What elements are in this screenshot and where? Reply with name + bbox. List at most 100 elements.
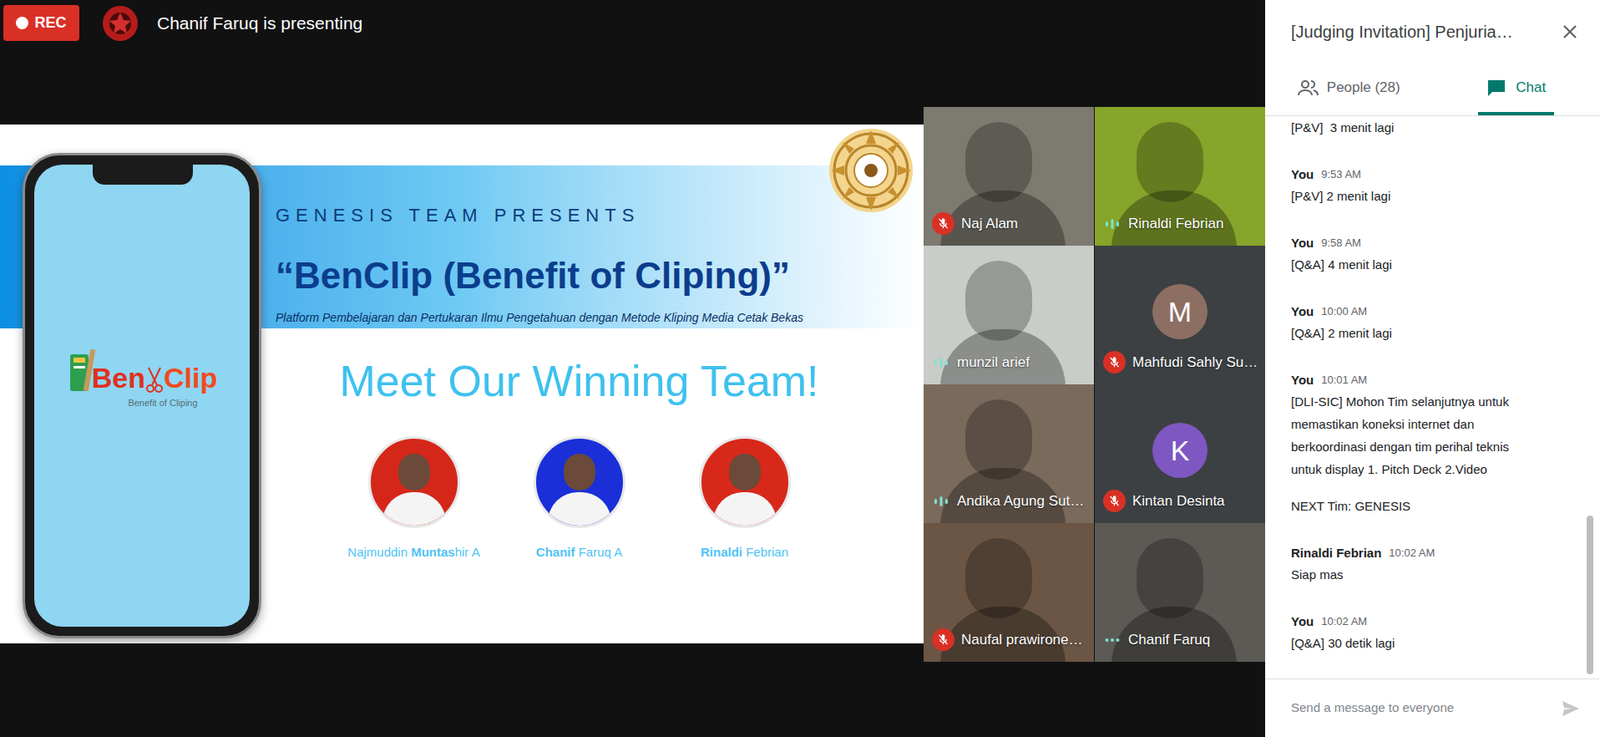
- team-block: Meet Our Winning Team! Najmuddin Muntashi…: [311, 354, 847, 561]
- message-sender: You: [1291, 165, 1314, 185]
- phone-notch: [92, 164, 193, 185]
- chat-tab-label: Chat: [1515, 76, 1546, 99]
- chat-tab[interactable]: Chat: [1432, 63, 1600, 116]
- member-photo: [368, 435, 461, 528]
- close-icon[interactable]: [1559, 21, 1580, 42]
- message-sender: You: [1291, 233, 1314, 254]
- chat-tabs: People (28) Chat: [1265, 63, 1600, 117]
- chat-tab[interactable]: People (28): [1265, 63, 1433, 116]
- university-emblem-icon: [827, 126, 915, 214]
- speaking-bars-icon: [931, 489, 951, 512]
- message-header: You 9:53 AM: [1291, 164, 1575, 185]
- participant-tile[interactable]: Naj Alam: [923, 106, 1094, 246]
- logo-row: Ben Clip: [66, 347, 218, 395]
- speaking-bars-icon: [1103, 212, 1122, 235]
- slide-subtitle: Platform Pembelajaran dan Pertukaran Ilm…: [275, 308, 911, 326]
- presenter-info: Chanif Faruq is presenting: [101, 5, 363, 41]
- members-row: Najmuddin Muntashir AChanif Faruq ARinal…: [331, 435, 828, 561]
- message-line: NEXT Tim: GENESIS: [1291, 494, 1575, 517]
- stage: REC Chanif Faruq is presenting Ben ClipBene…: [0, 0, 1266, 737]
- send-icon[interactable]: [1559, 698, 1582, 719]
- message-header: You10:01 AM: [1291, 369, 1575, 390]
- message-time: 10:02 AM: [1321, 612, 1368, 630]
- participant-label: Naj Alam: [931, 212, 1018, 235]
- message-sender: Rinaldi Febrian: [1291, 543, 1382, 563]
- presenter-avatar-icon: [101, 5, 139, 42]
- slide-title-block: GENESIS TEAM PRESENTS“BenClip (Benefit o…: [275, 202, 911, 326]
- member-name: Rinaldi Febrian: [700, 543, 789, 561]
- logo-word-ben: Ben: [91, 360, 146, 395]
- mic-off-icon: [931, 627, 955, 651]
- phone-screen: Ben ClipBenefit of Cliping: [34, 164, 250, 627]
- main-row: Ben ClipBenefit of Cliping GENESIS TEAM PR…: [0, 106, 1266, 662]
- message-sender: You: [1291, 370, 1314, 390]
- presenter-label: Chanif Faruq is presenting: [156, 10, 363, 37]
- member-card: Najmuddin Muntashir A: [331, 435, 497, 561]
- message-header: You 10:02 AM: [1291, 611, 1575, 632]
- participant-tile[interactable]: Chanif Faruq: [1094, 522, 1266, 662]
- book-icon: [66, 347, 96, 395]
- message-line: memastikan koneksi internet dan: [1291, 412, 1575, 436]
- participant-name: Naufal prawirone…: [961, 630, 1084, 649]
- message-line: [Q&A] 2 menit lagi: [1291, 321, 1575, 345]
- chat-tab-label: People (28): [1326, 76, 1401, 99]
- participant-name: Chanif Faruq: [1128, 630, 1211, 649]
- benclip-logo: Ben ClipBenefit of Cliping: [66, 347, 218, 411]
- participant-label: Chanif Faruq: [1103, 627, 1211, 651]
- chat-tab-inner: Chat: [1478, 63, 1555, 116]
- message-header: You 9:58 AM: [1291, 232, 1575, 254]
- member-name-part: Chanif: [536, 544, 576, 559]
- participant-label: munzil arief: [931, 350, 1030, 374]
- recording-label: REC: [34, 11, 66, 35]
- slide-heading: Meet Our Winning Team!: [339, 354, 819, 407]
- member-photo: [533, 435, 626, 528]
- member-head: [729, 453, 761, 491]
- participant-tile[interactable]: Rinaldi Febrian: [1094, 106, 1266, 246]
- logo-tagline: Benefit of Cliping: [127, 395, 198, 411]
- meeting-title: [Judging Invitation] Penjuria…: [1291, 19, 1514, 45]
- member-head: [563, 453, 596, 491]
- participant-tile[interactable]: Naufal prawirone…: [923, 522, 1094, 662]
- message-line: [Q&A] 4 menit lagi: [1291, 253, 1575, 276]
- member-name-part: Muntas: [410, 544, 456, 559]
- participant-avatar: M: [1152, 283, 1208, 340]
- message-sender: You: [1291, 612, 1314, 632]
- message-time: 9:53 AM: [1321, 166, 1362, 183]
- participant-name: Rinaldi Febrian: [1128, 214, 1224, 233]
- participant-tile[interactable]: Andika Agung Sut…: [923, 384, 1094, 523]
- message-time: 9:58 AM: [1321, 234, 1362, 252]
- chat-scrollbar[interactable]: [1586, 515, 1594, 674]
- participant-label: Kintan Desinta: [1103, 489, 1226, 512]
- participant-name: munzil arief: [956, 353, 1030, 372]
- message-header: Rinaldi Febrian 10:02 AM: [1291, 542, 1575, 563]
- member-card: Rinaldi Febrian: [662, 435, 828, 561]
- logo-word-clip: Clip: [163, 360, 218, 395]
- chat-panel: [Judging Invitation] Penjuria… People (28…: [1265, 0, 1600, 737]
- scissors-icon: [145, 360, 164, 395]
- participant-tile[interactable]: KKintan Desinta: [1094, 384, 1266, 523]
- chat-message: You 9:58 AM[Q&A] 4 menit lagi: [1291, 232, 1575, 276]
- chat-header: [Judging Invitation] Penjuria…: [1265, 0, 1600, 64]
- participant-label: Naufal prawirone…: [931, 627, 1084, 651]
- participant-tile[interactable]: munzil arief: [923, 245, 1094, 385]
- message-time: 10:02 AM: [1388, 544, 1435, 562]
- mic-off-icon: [1103, 489, 1126, 512]
- message-line: [Q&A] 30 detik lagi: [1291, 631, 1575, 654]
- member-name-part: Rinaldi: [700, 544, 743, 559]
- message-line: [P&V] 3 menit lagi: [1291, 116, 1575, 139]
- message-list: [P&V] 3 menit lagiYou9:53 AM[P&V] 2 meni…: [1265, 116, 1600, 679]
- slide-area: Ben ClipBenefit of Cliping GENESIS TEAM PR…: [0, 106, 924, 662]
- record-dot-icon: [15, 16, 29, 30]
- mic-idle-dots-icon: [1103, 627, 1122, 651]
- participant-grid: Naj Alam Rinaldi Febrian munzil arief M Mahf…: [923, 106, 1266, 662]
- slide-kicker: GENESIS TEAM PRESENTS: [275, 202, 911, 229]
- chat-message: You10:00 AM[Q&A] 2 menit lagi: [1291, 301, 1575, 345]
- chat-message: Rinaldi Febrian10:02 AMSiap mas: [1291, 542, 1575, 586]
- participant-name: Mahfudi Sahly Su…: [1132, 353, 1258, 372]
- message-input[interactable]: [1291, 698, 1560, 718]
- participant-tile[interactable]: M Mahfudi Sahly Su…: [1094, 245, 1266, 385]
- mic-off-icon: [931, 212, 955, 235]
- chat-input-bar: [1265, 678, 1600, 737]
- participant-name: Andika Agung Sut…: [956, 491, 1084, 511]
